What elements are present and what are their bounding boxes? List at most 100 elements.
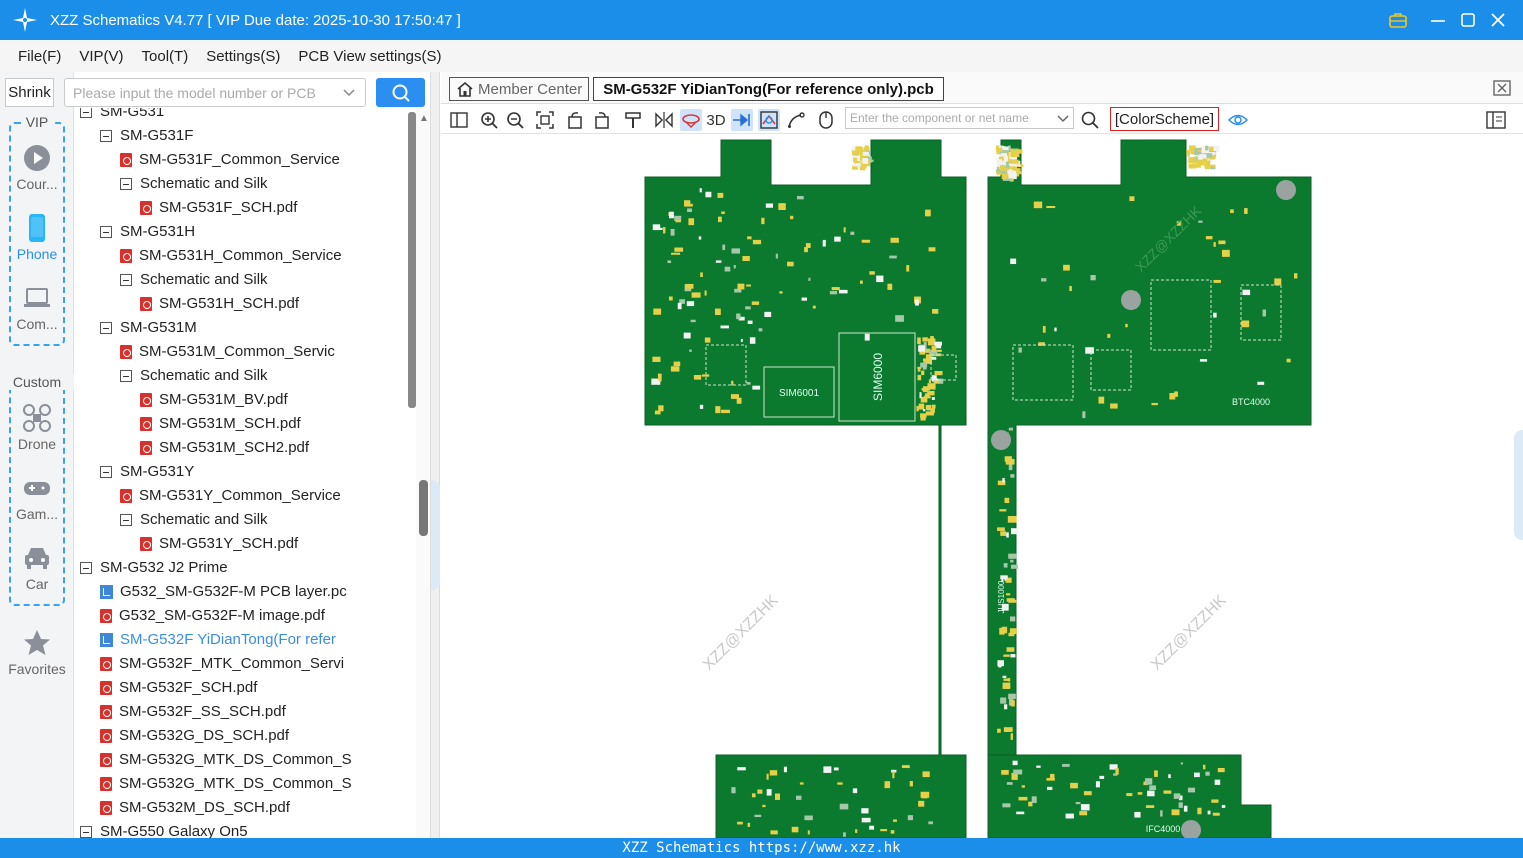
tree-file[interactable]: SM-G531F_Common_Service [120,148,340,172]
rail-item-phone[interactable]: Phone [0,214,74,262]
tree-file[interactable]: SM-G531M_BV.pdf [140,388,288,412]
collapse-icon[interactable] [120,178,132,190]
tab-active-pcb[interactable]: SM-G532F YiDianTong(For reference only).… [593,77,944,101]
menu-file[interactable]: File(F) [18,48,61,65]
pcb-canvas[interactable]: SIM6001 SIM6000 BTC4000 IFC4000 JUS1000 … [441,135,1523,838]
component-search-input[interactable]: Enter the component or net name [845,107,1074,129]
collapse-icon[interactable] [80,108,92,118]
rail-item-car[interactable]: Car [0,544,74,592]
zoom-in-icon[interactable] [478,109,500,131]
net-highlight-icon[interactable] [758,109,780,131]
collapse-icon[interactable] [100,466,112,478]
eye-icon[interactable] [1227,109,1249,131]
tree-file[interactable]: SM-G531M_SCH.pdf [140,412,301,436]
collapse-icon[interactable] [80,826,92,838]
tab-member-center[interactable]: Member Center [449,77,589,101]
tree-folder[interactable]: SM-G531F [100,124,193,148]
rail-item-games[interactable]: Gam... [0,474,74,522]
tree-file[interactable]: SM-G531H_SCH.pdf [140,292,299,316]
chevron-down-icon[interactable] [1057,112,1069,127]
collapse-panel-handle[interactable] [431,480,440,590]
mirror-icon[interactable] [653,109,675,131]
collapse-icon[interactable] [120,370,132,382]
close-all-tabs-icon[interactable] [1492,79,1512,102]
tree-folder[interactable]: Schematic and Silk [120,172,268,196]
rotate-left-icon[interactable] [564,109,586,131]
panel-splitter[interactable] [430,72,440,838]
rail-item-courses[interactable]: Cour... [0,144,74,192]
tree-file[interactable]: SM-G531Y_SCH.pdf [140,532,298,556]
minimize-icon[interactable] [1423,0,1453,40]
mouse-icon[interactable] [815,109,837,131]
paint-brush-icon[interactable] [622,109,644,131]
tree-file[interactable]: G532_SM-G532F-M PCB layer.pc [100,580,347,604]
tree-file[interactable]: SM-G531F_SCH.pdf [140,196,297,220]
top-component [927,383,936,390]
menu-vip[interactable]: VIP(V) [79,48,123,65]
close-icon[interactable] [1483,0,1513,40]
scroll-thumb[interactable] [419,480,428,536]
color-scheme-button[interactable]: [ColorScheme] [1110,107,1219,131]
zoom-out-icon[interactable] [504,109,526,131]
menu-tool[interactable]: Tool(T) [142,48,189,65]
tree-file[interactable]: SM-G531M_SCH2.pdf [140,436,309,460]
shrink-button[interactable]: Shrink [5,78,54,107]
collapse-icon[interactable] [80,562,92,574]
tree-folder[interactable]: SM-G531Y [100,460,194,484]
tree-outer-scrollbar[interactable]: ▲ [416,108,430,838]
tree-file[interactable]: SM-G532F YiDianTong(For refer [100,628,336,652]
tree-folder[interactable]: Schematic and Silk [120,508,268,532]
model-search-input[interactable]: Please input the model number or PCB [64,78,366,107]
rotate-right-icon[interactable] [591,109,613,131]
trace-tool-icon[interactable] [785,109,807,131]
tree-file[interactable]: SM-G532G_DS_SCH.pdf [100,724,289,748]
maximize-icon[interactable] [1453,0,1483,40]
bottom-component [1065,813,1074,819]
tree-file[interactable]: SM-G532G_MTK_DS_Common_S [100,748,352,772]
rail-item-favorites[interactable]: Favorites [0,629,74,677]
tree-file[interactable]: SM-G532G_MTK_DS_Common_S [100,772,352,796]
flip-board-icon[interactable] [680,109,702,131]
tree-file[interactable]: SM-G531H_Common_Service [120,244,342,268]
collapse-icon[interactable] [100,226,112,238]
collapse-icon[interactable] [100,130,112,142]
split-view-icon[interactable] [448,109,470,131]
rail-item-computer[interactable]: Com... [0,284,74,332]
pin-mode-icon[interactable] [731,109,753,131]
top-component [757,789,763,794]
tree-file[interactable]: SM-G532F_SCH.pdf [100,676,257,700]
vip-badge-icon[interactable] [1383,0,1413,40]
fit-view-icon[interactable] [534,109,556,131]
search-button[interactable] [376,78,425,107]
chevron-down-icon[interactable] [343,85,355,101]
tree-file[interactable]: SM-G532F_MTK_Common_Servi [100,652,344,676]
collapse-icon[interactable] [100,322,112,334]
collapse-icon[interactable] [120,514,132,526]
tree-folder[interactable]: SM-G550 Galaxy On5 [80,820,248,838]
view-3d-button[interactable]: 3D [705,109,727,131]
tree-file[interactable]: SM-G532M_DS_SCH.pdf [100,796,290,820]
tree-folder[interactable]: Schematic and Silk [120,364,268,388]
menu-settings[interactable]: Settings(S) [206,48,280,65]
tree-folder[interactable]: SM-G531 [80,108,164,124]
rail-item-drone[interactable]: Drone [0,404,74,452]
top-component [805,243,811,248]
tree-file[interactable]: SM-G531Y_Common_Service [120,484,341,508]
tree-scrollbar[interactable] [408,112,416,408]
tree-file[interactable]: SM-G532F_SS_SCH.pdf [100,700,286,724]
tree-file[interactable]: SM-G531M_Common_Servic [120,340,335,364]
tree-folder[interactable]: SM-G532 J2 Prime [80,556,228,580]
bottom-component [1075,802,1081,805]
collapse-icon[interactable] [120,274,132,286]
tree-file[interactable]: G532_SM-G532F-M image.pdf [100,604,325,628]
menu-pcb-view-settings[interactable]: PCB View settings(S) [298,48,441,65]
search-icon[interactable] [1079,109,1101,131]
scroll-up-icon[interactable]: ▲ [419,113,429,124]
tree-folder[interactable]: Schematic and Silk [120,268,268,292]
top-component [737,283,745,290]
tree-folder[interactable]: SM-G531H [100,220,195,244]
tree-folder[interactable]: SM-G531M [100,316,197,340]
bottom-component [1205,236,1213,240]
right-panel-handle[interactable] [1514,430,1523,540]
side-panel-icon[interactable] [1485,109,1507,131]
